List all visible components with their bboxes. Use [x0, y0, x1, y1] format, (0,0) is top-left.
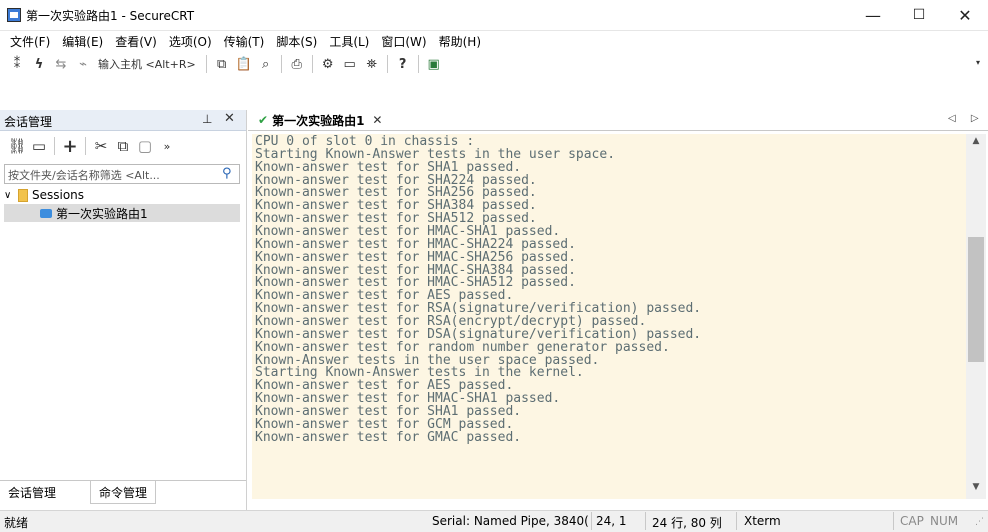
title-bar: 第一次实验路由1 - SecureCRT — ☐ ✕: [0, 0, 988, 31]
minimize-button[interactable]: —: [850, 0, 896, 30]
copy-icon[interactable]: ⧉: [211, 54, 233, 74]
status-num-lock: NUM: [930, 514, 959, 528]
reconnect-icon[interactable]: ⇆: [50, 54, 72, 74]
print-icon[interactable]: ⎙: [286, 54, 308, 74]
close-button[interactable]: ✕: [942, 0, 988, 30]
search-icon[interactable]: ⚲: [222, 166, 232, 181]
connected-check-icon: ✔: [258, 113, 269, 127]
chevron-down-icon[interactable]: ∨: [4, 190, 18, 201]
toolbar-separator: [417, 55, 419, 73]
menu-options[interactable]: 选项(O): [169, 32, 212, 51]
toolbar-separator: [54, 137, 55, 155]
menu-file[interactable]: 文件(F): [10, 32, 50, 51]
tab-nav-arrows-icon[interactable]: ◁ ▷: [948, 113, 985, 124]
session-panel-toolbar: ⛓ ▭ + ✂ ⧉ ▢ »: [0, 132, 252, 160]
add-icon[interactable]: +: [59, 136, 81, 157]
pin-icon[interactable]: ⊥: [202, 112, 212, 126]
sftp-icon[interactable]: ⛯: [361, 54, 383, 74]
status-separator: [645, 512, 646, 530]
quick-connect-icon[interactable]: ϟ: [28, 54, 50, 74]
copy-icon[interactable]: ⧉: [112, 136, 134, 156]
toolbar-separator: [205, 55, 207, 73]
status-size: 24 行, 80 列: [652, 516, 722, 530]
tree-folder-label: Sessions: [32, 188, 85, 202]
paste-icon[interactable]: ▢: [134, 136, 156, 156]
toolbar-separator: [386, 55, 388, 73]
scroll-up-icon[interactable]: ▲: [966, 136, 986, 150]
tab-label: 第一次实验路由1: [272, 113, 365, 128]
status-caps-lock: CAP: [900, 514, 924, 528]
keymap-icon[interactable]: ▭: [339, 54, 361, 74]
menu-transfer[interactable]: 传输(T): [224, 32, 265, 51]
terminal-tab-strip: ✔ 第一次实验路由1 ✕ ◁ ▷: [248, 110, 988, 131]
status-bar: 就绪 Serial: Named Pipe, 3840( 24, 1 24 行,…: [0, 510, 988, 532]
menu-window[interactable]: 窗口(W): [381, 32, 426, 51]
tab-close-button[interactable]: ✕: [372, 113, 382, 127]
status-emulation: Xterm: [744, 514, 781, 528]
new-tab-icon[interactable]: ▭: [28, 136, 50, 156]
connect-icon[interactable]: ⁑: [6, 54, 28, 74]
session-icon: [40, 208, 52, 218]
status-ready: 就绪: [4, 516, 29, 530]
terminal-line: Known-answer test for GMAC passed.: [255, 429, 522, 445]
tab-session-manager[interactable]: 会话管理: [0, 481, 64, 503]
toolbar-separator: [280, 55, 282, 73]
terminal-text: CPU 0 of slot 0 in chassis : Starting Kno…: [255, 135, 701, 445]
status-cursor: 24, 1: [596, 514, 627, 528]
status-connection: Serial: Named Pipe, 3840(: [432, 514, 589, 528]
help-icon[interactable]: ?: [392, 54, 414, 74]
menu-tools[interactable]: 工具(L): [329, 32, 369, 51]
session-panel-title: 会话管理: [4, 115, 53, 129]
resize-grip-icon[interactable]: ⋰: [975, 517, 984, 527]
menu-edit[interactable]: 编辑(E): [62, 32, 103, 51]
scrollbar-thumb[interactable]: [968, 237, 984, 362]
session-tree: ∨ Sessions 第一次实验路由1: [4, 186, 240, 222]
cut-icon[interactable]: ✂: [90, 136, 112, 156]
tree-folder-sessions[interactable]: ∨ Sessions: [4, 186, 240, 204]
quick-connect-input[interactable]: 输入主机 <Alt+R>: [98, 56, 196, 72]
terminal-scrollbar[interactable]: ▲ ▼: [966, 134, 986, 499]
panel-close-button[interactable]: ✕: [224, 111, 235, 126]
find-icon[interactable]: ⌕: [255, 54, 277, 74]
menu-view[interactable]: 查看(V): [115, 32, 157, 51]
scroll-down-icon[interactable]: ▼: [966, 482, 986, 496]
tree-session-item[interactable]: 第一次实验路由1: [4, 204, 240, 222]
paste-icon[interactable]: 📋: [233, 54, 255, 74]
settings-icon[interactable]: ⚙: [317, 54, 339, 74]
securecrt-app-icon[interactable]: [7, 8, 21, 22]
folder-icon: [18, 188, 28, 202]
menu-help[interactable]: 帮助(H): [439, 32, 481, 51]
toolbar-overflow-icon[interactable]: ▾: [976, 58, 980, 67]
status-separator: [736, 512, 737, 530]
menu-bar: 文件(F) 编辑(E) 查看(V) 选项(O) 传输(T) 脚本(S) 工具(L…: [0, 30, 988, 52]
status-separator: [591, 512, 592, 530]
session-manager-panel: 会话管理 ⊥ ✕ ⛓ ▭ + ✂ ⧉ ▢ » 按文件夹/会话名称筛选 <Alt.…: [0, 110, 247, 510]
filter-placeholder: 按文件夹/会话名称筛选 <Alt...: [8, 169, 160, 182]
maximize-button[interactable]: ☐: [896, 0, 942, 30]
terminal-output[interactable]: CPU 0 of slot 0 in chassis : Starting Kno…: [252, 134, 966, 499]
menu-script[interactable]: 脚本(S): [276, 32, 317, 51]
status-separator: [893, 512, 894, 530]
tree-session-label: 第一次实验路由1: [56, 206, 148, 221]
screenshot-icon[interactable]: ▣: [423, 54, 445, 74]
session-panel-tabs: 会话管理 命令管理: [0, 480, 246, 505]
toolbar-separator: [311, 55, 313, 73]
session-panel-header: 会话管理 ⊥ ✕: [0, 110, 246, 131]
session-filter-input[interactable]: 按文件夹/会话名称筛选 <Alt... ⚲: [4, 164, 240, 184]
link-icon[interactable]: ⛓: [6, 136, 28, 156]
disconnect-icon[interactable]: ⌁: [72, 54, 94, 74]
toolbar-separator: [85, 137, 86, 155]
window-title: 第一次实验路由1 - SecureCRT: [26, 9, 195, 23]
tab-terminal-session[interactable]: ✔ 第一次实验路由1 ✕: [252, 110, 389, 130]
main-toolbar: ⁑ ϟ ⇆ ⌁ 输入主机 <Alt+R> ⧉ 📋 ⌕ ⎙ ⚙ ▭ ⛯ ? ▣ ▾: [0, 52, 988, 76]
tab-command-manager[interactable]: 命令管理: [90, 481, 157, 504]
more-icon[interactable]: »: [156, 136, 178, 156]
